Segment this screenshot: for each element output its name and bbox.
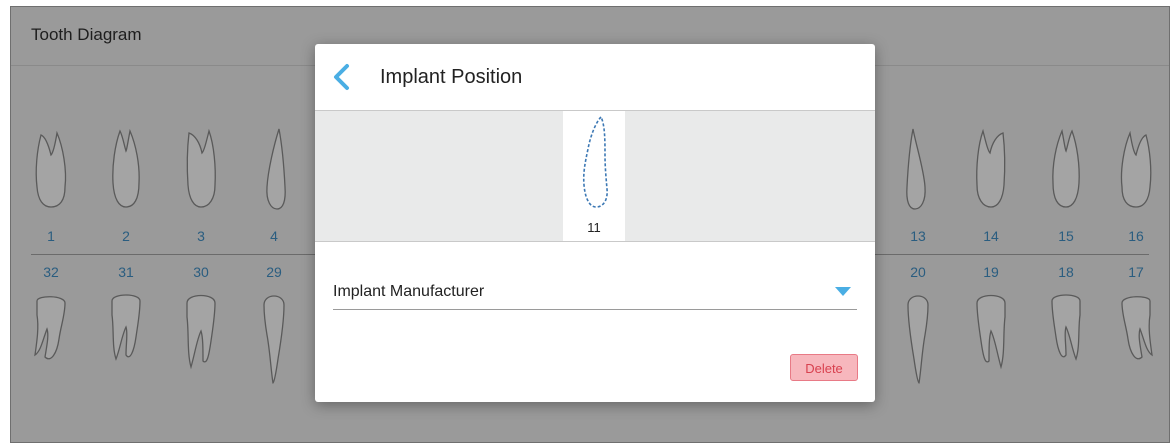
tooth-number: 31 <box>118 264 134 280</box>
molar-icon <box>976 128 1006 208</box>
tooth-preview-area: 11 <box>315 110 875 242</box>
molar-icon <box>111 294 141 361</box>
tooth-number: 30 <box>193 264 209 280</box>
upper-tooth-2[interactable] <box>106 125 146 215</box>
lower-tooth-32[interactable] <box>31 291 71 381</box>
tooth-number: 20 <box>910 264 926 280</box>
implant-position-dialog: Implant Position 11 Implant Manufacturer… <box>315 44 875 402</box>
tooth-number: 3 <box>197 228 205 244</box>
tooth-number: 17 <box>1128 264 1144 280</box>
tooth-number: 19 <box>983 264 999 280</box>
upper-tooth-1[interactable] <box>31 125 71 215</box>
premolar-icon <box>263 295 285 384</box>
molar-icon <box>1121 296 1153 360</box>
molar-icon <box>112 128 140 208</box>
tooth-number: 29 <box>266 264 282 280</box>
molar-icon <box>35 130 67 208</box>
tooth-number: 18 <box>1058 264 1074 280</box>
lower-tooth-17[interactable] <box>1116 291 1156 381</box>
upper-tooth-14[interactable] <box>971 125 1011 215</box>
lower-tooth-20[interactable] <box>898 291 938 391</box>
dropdown-arrow-icon <box>835 287 851 296</box>
dialog-title: Implant Position <box>380 66 523 88</box>
tooth-number: 2 <box>122 228 130 244</box>
upper-tooth-16[interactable] <box>1116 125 1156 215</box>
tooth-number: 1 <box>47 228 55 244</box>
tooth-number: 16 <box>1128 228 1144 244</box>
lower-tooth-18[interactable] <box>1046 291 1086 381</box>
implant-manufacturer-label: Implant Manufacturer <box>333 283 485 300</box>
premolar-icon <box>906 128 926 210</box>
tooth-number: 13 <box>910 228 926 244</box>
tooth-number: 4 <box>270 228 278 244</box>
implant-manufacturer-select[interactable]: Implant Manufacturer <box>333 277 857 310</box>
chevron-left-icon <box>334 64 349 90</box>
molar-icon <box>976 294 1006 370</box>
lower-tooth-31[interactable] <box>106 291 146 381</box>
selected-tooth[interactable]: 11 <box>563 111 625 241</box>
tooth-number: 15 <box>1058 228 1074 244</box>
molar-icon <box>1120 130 1152 208</box>
upper-tooth-3[interactable] <box>181 125 221 215</box>
upper-tooth-13[interactable] <box>898 125 938 215</box>
molar-icon <box>1052 128 1080 208</box>
lower-tooth-29[interactable] <box>254 291 294 391</box>
molar-icon <box>34 296 66 360</box>
dialog-header: Implant Position <box>315 44 875 110</box>
panel-title: Tooth Diagram <box>31 25 142 44</box>
molar-icon <box>186 294 216 370</box>
lower-tooth-19[interactable] <box>971 291 1011 381</box>
molar-icon <box>186 128 216 208</box>
molar-icon <box>1051 294 1081 361</box>
premolar-icon <box>907 295 929 384</box>
premolar-icon <box>266 128 286 210</box>
upper-tooth-15[interactable] <box>1046 125 1086 215</box>
tooth-outline-icon <box>582 115 608 208</box>
lower-tooth-30[interactable] <box>181 291 221 381</box>
back-button[interactable] <box>329 62 355 92</box>
tooth-number: 14 <box>983 228 999 244</box>
delete-button[interactable]: Delete <box>790 354 858 381</box>
selected-tooth-number: 11 <box>587 220 601 235</box>
tooth-number: 32 <box>43 264 59 280</box>
upper-tooth-4[interactable] <box>254 125 294 215</box>
